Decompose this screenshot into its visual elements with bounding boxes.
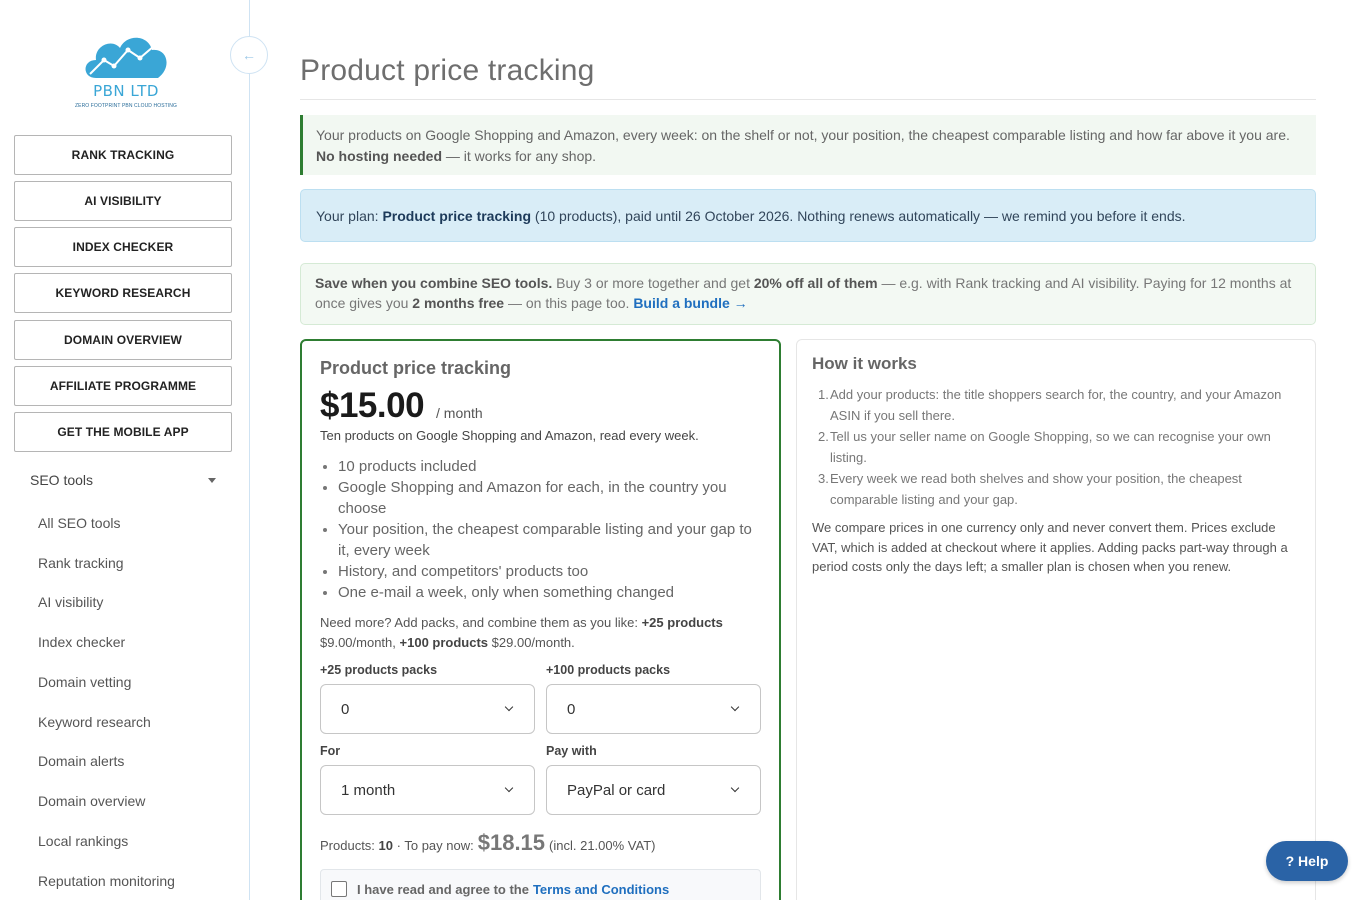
summary-total: $18.15 <box>477 830 546 855</box>
step-item: 3. Every week we read both shelves and sh… <box>818 471 1242 507</box>
feature-item: History, and competitors' products too <box>323 561 758 582</box>
payment-select-value: PayPal or card <box>567 781 666 799</box>
plan-name: Product price tracking <box>382 207 532 224</box>
promo-bold-3: 2 months free <box>412 295 505 311</box>
logo-tagline: ZERO FOOTPRINT PBN CLOUD HOSTING <box>74 103 177 109</box>
how-note: We compare prices in one currency only a… <box>812 520 1288 574</box>
sidebar-item-rank-tracking[interactable]: Rank tracking <box>38 555 124 571</box>
logo[interactable]: PBN LTD ZERO FOOTPRINT PBN CLOUD HOSTING <box>75 30 177 114</box>
feature-item: Google Shopping and Amazon for each, in … <box>323 477 758 519</box>
build-bundle-link[interactable]: Build a bundle → <box>633 295 747 311</box>
intro-tail: — it works for any shop. <box>445 148 597 164</box>
title-divider <box>300 99 1316 100</box>
pack100-select-value: 0 <box>567 700 576 718</box>
pack25-price: $9.00/month, <box>320 635 396 650</box>
pricing-card: Product price tracking $15.00 / month Te… <box>300 339 781 900</box>
nav-index-checker-button[interactable]: INDEX CHECKER <box>14 227 232 267</box>
sidebar-item-domain-vetting[interactable]: Domain vetting <box>38 674 131 690</box>
main-content: Product price tracking Your products on … <box>300 0 1316 900</box>
step-item: 1. Add your products: the title shoppers … <box>818 387 1282 423</box>
step-text: Add your products: the title shoppers se… <box>830 387 1282 423</box>
logo-name: PBN LTD <box>93 82 159 100</box>
collapse-sidebar-button[interactable]: ← <box>230 36 268 74</box>
sidebar-item-all-seo-tools[interactable]: All SEO tools <box>38 515 120 531</box>
chevron-down-icon <box>730 783 740 793</box>
intro-bold: No hosting needed <box>316 148 442 164</box>
summary-products-label: Products: <box>320 838 375 853</box>
cloud-chart-icon <box>85 37 167 78</box>
nav-domain-overview-button[interactable]: DOMAIN OVERVIEW <box>14 320 232 360</box>
sidebar-item-domain-alerts[interactable]: Domain alerts <box>38 753 124 769</box>
sidebar-item-local-rankings[interactable]: Local rankings <box>38 833 128 849</box>
chevron-down-icon <box>504 702 514 712</box>
how-it-works-title: How it works <box>812 354 917 373</box>
how-steps: 1. Add your products: the title shoppers … <box>818 384 1300 510</box>
terms-checkbox[interactable] <box>331 881 347 897</box>
pack25-field-label: +25 products packs <box>320 663 438 677</box>
pack25-label-bold: +25 products <box>641 615 723 630</box>
bundle-promo: Save when you combine SEO tools. Buy 3 o… <box>300 263 1316 325</box>
pack100-field-label: +100 products packs <box>546 663 671 677</box>
feature-item: 10 products included <box>323 456 758 477</box>
feature-list: 10 products included Google Shopping and… <box>323 456 758 603</box>
nav-affiliate-programme-button[interactable]: AFFILIATE PROGRAMME <box>14 366 232 406</box>
card-subtitle: Ten products on Google Shopping and Amaz… <box>320 428 699 443</box>
terms-agreement: I have read and agree to the Terms and C… <box>320 869 761 900</box>
terms-text: I have read and agree to the <box>357 881 529 897</box>
pack100-label-bold: +100 products <box>399 635 489 650</box>
plan-prefix: Your plan: <box>316 207 379 224</box>
plan-text: (10 products), paid until 26 October 202… <box>534 207 1186 224</box>
payment-select[interactable]: PayPal or card <box>546 765 761 815</box>
promo-text-1: Buy 3 or more together and get <box>556 275 750 291</box>
terms-link[interactable]: Terms and Conditions <box>533 882 669 897</box>
plan-notice: Your plan: Product price tracking (10 pr… <box>300 189 1316 242</box>
packs-info: Need more? Add packs, and combine them a… <box>320 613 760 653</box>
pack100-price: $29.00/month. <box>491 635 575 650</box>
intro-notice: Your products on Google Shopping and Ama… <box>300 115 1316 175</box>
step-item: 2. Tell us your seller name on Google Sho… <box>818 429 1271 465</box>
sidebar-item-index-checker[interactable]: Index checker <box>38 634 125 650</box>
promo-text-3: — on this page too. <box>508 295 630 311</box>
sidebar-item-reputation-monitoring[interactable]: Reputation monitoring <box>38 873 175 889</box>
sidebar-item-keyword-research[interactable]: Keyword research <box>38 714 151 730</box>
seo-tools-toggle[interactable]: SEO tools <box>30 470 220 490</box>
nav-keyword-research-button[interactable]: KEYWORD RESEARCH <box>14 273 232 313</box>
summary-vat: (incl. 21.00% VAT) <box>549 838 656 853</box>
payment-field-label: Pay with <box>546 744 597 758</box>
chevron-down-icon <box>730 702 740 712</box>
nav-mobile-app-button[interactable]: GET THE MOBILE APP <box>14 412 232 452</box>
sidebar-item-ai-visibility[interactable]: AI visibility <box>38 594 103 610</box>
step-text: Tell us your seller name on Google Shopp… <box>830 429 1271 465</box>
period-field-label: For <box>320 744 341 758</box>
price-period: / month <box>436 405 483 421</box>
summary-pay-label: · To pay now: <box>396 838 474 853</box>
help-button[interactable]: ? Help <box>1266 841 1348 881</box>
feature-item: One e-mail a week, only when something c… <box>323 582 758 603</box>
sidebar: PBN LTD ZERO FOOTPRINT PBN CLOUD HOSTING… <box>0 0 250 900</box>
promo-bold-1: Save when you combine SEO tools. <box>315 275 553 291</box>
feature-item: Your position, the cheapest comparable l… <box>323 519 758 561</box>
card-title: Product price tracking <box>320 358 512 378</box>
pack25-select[interactable]: 0 <box>320 684 535 734</box>
how-it-works-panel: How it works 1. Add your products: the ti… <box>796 339 1316 900</box>
price: $15.00 <box>320 386 425 425</box>
intro-text: Your products on Google Shopping and Ama… <box>316 127 1290 143</box>
pack100-select[interactable]: 0 <box>546 684 761 734</box>
summary-products: 10 <box>378 838 394 853</box>
period-select-value: 1 month <box>341 781 396 799</box>
sidebar-item-domain-overview[interactable]: Domain overview <box>38 793 145 809</box>
need-more-text: Need more? Add packs, and combine them a… <box>320 615 638 630</box>
promo-bold-2: 20% off all of them <box>753 275 878 291</box>
nav-ai-visibility-button[interactable]: AI VISIBILITY <box>14 181 232 221</box>
pack25-select-value: 0 <box>341 700 350 718</box>
period-select[interactable]: 1 month <box>320 765 535 815</box>
arrow-left-icon: ← <box>242 47 256 63</box>
nav-rank-tracking-button[interactable]: RANK TRACKING <box>14 135 232 175</box>
chevron-down-icon <box>504 783 514 793</box>
order-summary: Products: 10 · To pay now: $18.15 (incl.… <box>320 830 655 856</box>
caret-down-icon <box>208 477 216 483</box>
seo-tools-label: SEO tools <box>30 472 94 488</box>
step-text: Every week we read both shelves and show… <box>830 471 1242 507</box>
page-title: Product price tracking <box>300 54 595 87</box>
